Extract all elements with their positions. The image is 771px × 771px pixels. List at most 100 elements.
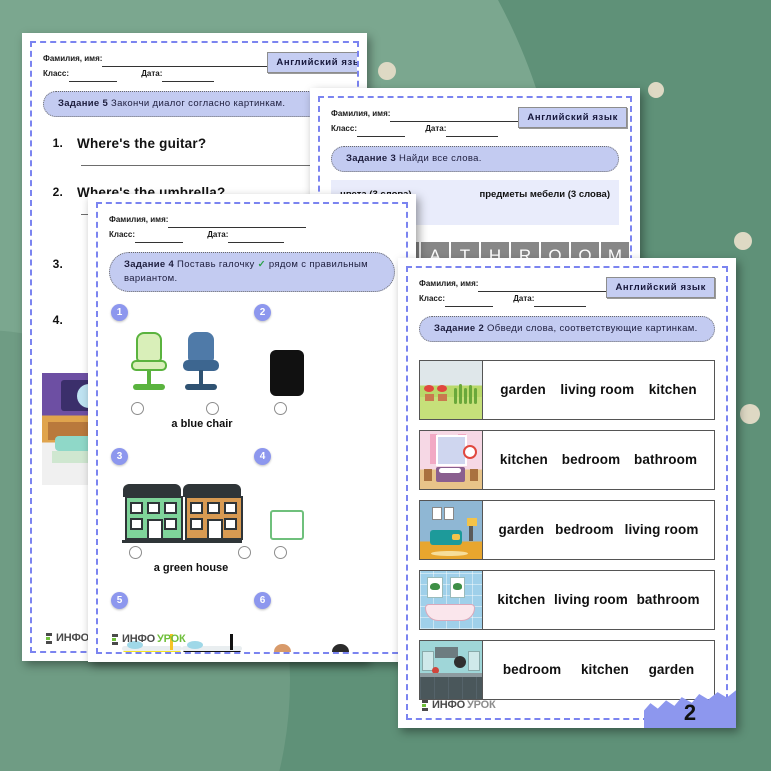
info-urok-logo: ИНФОУРОК: [112, 633, 186, 645]
background-dot: [648, 82, 664, 98]
word-choice[interactable]: bedroom: [503, 662, 561, 677]
scene-thumbnail-bedroom: [420, 430, 483, 489]
check-mark-icon: ✓: [257, 259, 266, 270]
page-number: 2: [683, 700, 697, 725]
option-radios[interactable]: [274, 401, 287, 415]
radio-option-b[interactable]: [238, 545, 251, 559]
word-choices[interactable]: garden bedroom living room: [483, 501, 714, 559]
option-radios[interactable]: [274, 545, 287, 559]
date-input-line[interactable]: [228, 228, 285, 243]
name-input-line[interactable]: [478, 277, 607, 292]
word-choice[interactable]: garden: [500, 382, 546, 397]
task-3-text: Найди все слова.: [399, 153, 482, 164]
class-label: Класс:: [331, 124, 357, 133]
radio-option-a[interactable]: [131, 401, 144, 415]
option-illustrations: [122, 468, 243, 543]
category-furniture: предметы мебели (3 слова): [479, 188, 610, 200]
option-badge: 5: [111, 591, 128, 609]
worksheet-4-header: Фамилия, имя: Класс: Дата:: [109, 213, 395, 243]
word-choice[interactable]: bathroom: [637, 592, 700, 607]
answer-line[interactable]: [81, 164, 331, 166]
object-dark-icon: [270, 349, 304, 396]
scene-thumbnail-bathroom: [420, 570, 483, 629]
task-5-number: Задание 5: [58, 98, 109, 109]
word-choice[interactable]: kitchen: [497, 592, 545, 607]
cat-brown-icon: [266, 642, 318, 652]
task-banner-2: Задание 2 Обведи слова, соответствующие …: [419, 316, 715, 342]
question-number: 1.: [52, 135, 63, 150]
task-banner-5: Задание 5 Закончи диалог согласно картин…: [43, 91, 346, 117]
worksheet-page-4: Фамилия, имя: Класс: Дата: Задание 4 Пос…: [88, 194, 416, 662]
logo-text-info: ИНФО: [56, 632, 89, 644]
word-choice[interactable]: kitchen: [500, 452, 548, 467]
class-input-line[interactable]: [68, 67, 117, 82]
task-4-text-a: Поставь галочку: [177, 259, 255, 270]
house-orange-icon: [182, 483, 243, 543]
word-choice[interactable]: living room: [554, 592, 628, 607]
subject-badge: Английский язык: [606, 277, 715, 298]
class-label: Класс:: [109, 230, 135, 239]
name-input-line[interactable]: [102, 52, 268, 67]
option-item: 4: [252, 446, 395, 584]
screenshot-stage: Фамилия, имя: Класс: Дата: Английский яз…: [0, 0, 771, 771]
radio-option-a[interactable]: [274, 545, 287, 559]
option-illustrations: [266, 612, 376, 652]
class-input-line[interactable]: [444, 292, 493, 307]
radio-option-a[interactable]: [129, 545, 142, 559]
date-input-line[interactable]: [534, 292, 587, 307]
bed-green-icon: [270, 509, 304, 540]
question-number: 2.: [52, 184, 63, 199]
question-text: Where's the guitar?: [77, 135, 207, 151]
option-radios[interactable]: [131, 401, 219, 415]
worksheet-page-2: Фамилия, имя: Класс: Дата: Английский яз…: [398, 258, 736, 728]
logo-bars-icon: [112, 633, 118, 645]
name-label: Фамилия, имя:: [331, 109, 391, 118]
name-input-line[interactable]: [390, 107, 519, 122]
word-choices[interactable]: kitchen bedroom bathroom: [483, 431, 714, 489]
task-3-number: Задание 3: [346, 153, 397, 164]
option-item: 6 a brow: [252, 590, 395, 652]
option-badge: 6: [254, 591, 271, 609]
date-label: Дата:: [425, 124, 447, 133]
word-choice[interactable]: bathroom: [634, 452, 697, 467]
word-choice[interactable]: bedroom: [555, 522, 613, 537]
word-choice[interactable]: garden: [499, 522, 545, 537]
background-dot: [740, 404, 760, 424]
word-choice[interactable]: living room: [560, 382, 634, 397]
house-green-icon: [122, 483, 183, 543]
date-label: Дата:: [207, 230, 229, 239]
word-choice[interactable]: garden: [649, 662, 695, 677]
option-illustrations: [270, 324, 304, 396]
worksheet-5-header: Фамилия, имя: Класс: Дата: Английский яз…: [43, 52, 357, 82]
worksheet-2-header: Фамилия, имя: Класс: Дата: Английский яз…: [419, 277, 715, 307]
word-choices[interactable]: kitchen living room bathroom: [483, 571, 714, 629]
logo-bars-icon: [46, 632, 52, 644]
circle-word-row: garden bedroom living room: [419, 499, 715, 560]
logo-text-info: ИНФО: [122, 633, 155, 645]
radio-option-a[interactable]: [274, 401, 287, 415]
word-choice[interactable]: bedroom: [562, 452, 620, 467]
logo-text-info: ИНФО: [432, 699, 465, 711]
word-choice[interactable]: kitchen: [581, 662, 629, 677]
option-item: 3 a green house: [109, 446, 252, 584]
name-label: Фамилия, имя:: [43, 54, 103, 63]
task-2-number: Задание 2: [434, 323, 485, 334]
class-input-line[interactable]: [134, 228, 183, 243]
info-urok-logo: ИНФОУРОК: [422, 699, 496, 711]
word-choice[interactable]: living room: [625, 522, 699, 537]
option-badge: 4: [254, 447, 271, 465]
name-label: Фамилия, имя:: [109, 215, 169, 224]
option-badge: 1: [111, 303, 128, 321]
date-input-line[interactable]: [162, 67, 215, 82]
worksheet-4-body: Фамилия, имя: Класс: Дата: Задание 4 Пос…: [96, 202, 408, 654]
word-choices[interactable]: garden living room kitchen: [483, 361, 714, 419]
logo-text-urok: УРОК: [157, 633, 186, 645]
option-radios[interactable]: [129, 545, 251, 559]
date-input-line[interactable]: [446, 122, 499, 137]
class-input-line[interactable]: [356, 122, 405, 137]
question-number: 3.: [52, 256, 63, 271]
radio-option-b[interactable]: [206, 401, 219, 415]
word-choice[interactable]: kitchen: [649, 382, 697, 397]
name-input-line[interactable]: [168, 213, 307, 228]
circle-word-row: kitchen living room bathroom: [419, 569, 715, 630]
